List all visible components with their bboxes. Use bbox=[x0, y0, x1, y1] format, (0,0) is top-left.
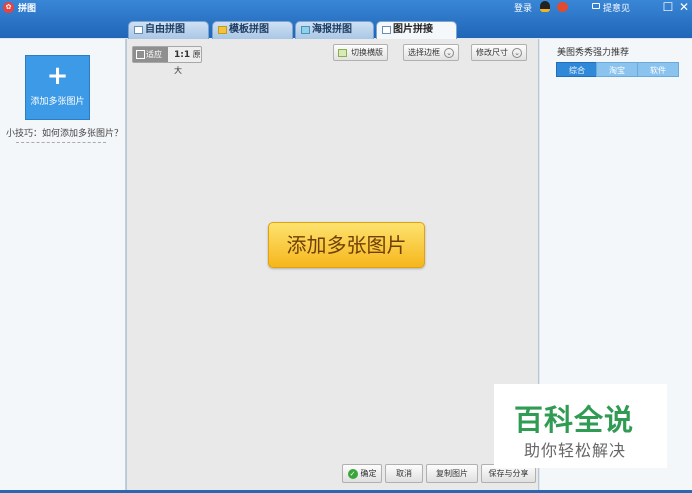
tab-taobao[interactable]: 淘宝 bbox=[596, 62, 638, 77]
tip-link[interactable]: 小技巧：如何添加多张图片？ bbox=[6, 126, 123, 139]
login-link[interactable]: 登录 bbox=[514, 1, 532, 14]
tab-label: 自由拼图 bbox=[145, 24, 185, 35]
tab-label: 图片拼接 bbox=[393, 24, 433, 35]
poster-collage-icon bbox=[301, 26, 310, 34]
canvas-area[interactable]: 适应 1:1 原大 切换横版 选择边框 ⌄ 修改尺寸 ⌄ 添加多张图片 ✓ 确定 取消… bbox=[126, 39, 539, 491]
add-images-button[interactable]: + 添加多张图片 bbox=[25, 55, 90, 120]
original-size-button[interactable]: 1:1 原大 bbox=[169, 47, 201, 75]
switch-label: 切换横版 bbox=[351, 48, 383, 57]
app-logo-icon: ✿ bbox=[3, 2, 14, 13]
image-stitch-icon bbox=[382, 26, 391, 34]
tab-label: 海报拼图 bbox=[312, 24, 352, 35]
cancel-button[interactable]: 取消 bbox=[385, 464, 423, 483]
chevron-down-icon: ⌄ bbox=[444, 47, 454, 58]
copy-image-button[interactable]: 复制图片 bbox=[426, 464, 478, 483]
tab-image-stitch[interactable]: 图片拼接 bbox=[376, 21, 457, 40]
resize-label: 修改尺寸 bbox=[476, 48, 508, 57]
template-collage-icon bbox=[218, 26, 227, 34]
add-images-center-button[interactable]: 添加多张图片 bbox=[268, 222, 425, 268]
confirm-button[interactable]: ✓ 确定 bbox=[342, 464, 382, 483]
check-icon: ✓ bbox=[347, 468, 358, 479]
tab-template-collage[interactable]: 模板拼图 bbox=[212, 21, 293, 39]
chevron-down-icon: ⌄ bbox=[512, 47, 522, 58]
add-images-label: 添加多张图片 bbox=[30, 97, 85, 107]
feedback-icon[interactable] bbox=[592, 3, 600, 9]
free-collage-icon bbox=[134, 26, 143, 34]
switch-icon bbox=[338, 48, 347, 57]
resize-dropdown[interactable]: 修改尺寸 ⌄ bbox=[471, 44, 527, 61]
ratio-label: 1:1 bbox=[174, 50, 191, 60]
confirm-label: 确定 bbox=[360, 469, 377, 478]
tab-poster-collage[interactable]: 海报拼图 bbox=[295, 21, 374, 39]
watermark-title: 百科全说 bbox=[514, 403, 635, 437]
tab-general[interactable]: 综合 bbox=[556, 62, 598, 77]
watermark: 百科全说 助你轻松解决 bbox=[494, 384, 667, 468]
feedback-link[interactable]: 提意见 bbox=[603, 1, 630, 14]
watermark-subtitle: 助你轻松解决 bbox=[524, 441, 627, 460]
border-label: 选择边框 bbox=[408, 48, 440, 57]
divider bbox=[16, 142, 106, 143]
zoom-toggle-group: 适应 1:1 原大 bbox=[132, 46, 202, 75]
recommend-title: 美图秀秀强力推荐 bbox=[557, 48, 630, 58]
tab-software[interactable]: 软件 bbox=[637, 62, 679, 77]
plus-icon: + bbox=[46, 61, 69, 91]
left-panel: + 添加多张图片 小技巧：如何添加多张图片？ bbox=[0, 39, 126, 491]
window-title: 拼图 bbox=[18, 4, 37, 14]
tab-label: 模板拼图 bbox=[229, 24, 269, 35]
tab-free-collage[interactable]: 自由拼图 bbox=[128, 21, 209, 39]
maximize-button[interactable]: ☐ bbox=[661, 0, 675, 14]
weibo-icon[interactable] bbox=[557, 2, 568, 12]
close-button[interactable]: ✕ bbox=[677, 0, 691, 14]
qq-icon[interactable] bbox=[540, 1, 550, 12]
fit-button[interactable]: 适应 bbox=[133, 47, 168, 62]
select-border-dropdown[interactable]: 选择边框 ⌄ bbox=[403, 44, 459, 61]
switch-orientation-button[interactable]: 切换横版 bbox=[333, 44, 388, 61]
